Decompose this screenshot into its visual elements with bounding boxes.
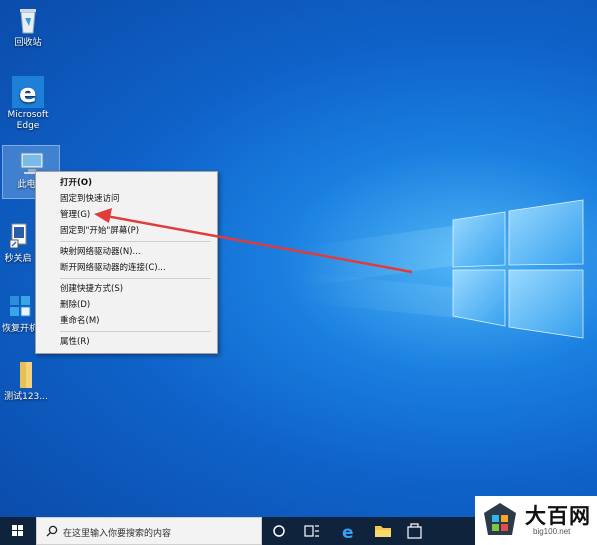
store-button[interactable]: [400, 517, 430, 545]
desktop-icon-edge[interactable]: e Microsoft Edge: [0, 76, 56, 132]
shortcut-icon: [2, 220, 34, 252]
menu-item-create-shortcut[interactable]: 创建快捷方式(S): [36, 281, 217, 297]
desktop-icon-label: 测试123...: [4, 392, 48, 402]
cortana-icon: [273, 525, 285, 537]
recycle-bin-icon: [12, 4, 44, 36]
desktop-icon-label: 秒关启: [4, 254, 32, 264]
watermark: 大百网 big100.net: [475, 496, 597, 545]
search-icon: [46, 525, 58, 537]
menu-separator: [60, 241, 211, 242]
folder-icon: [10, 358, 42, 390]
desktop-icon-label: Microsoft Edge: [7, 110, 49, 131]
task-view-icon: [304, 525, 319, 537]
desktop-icon-folder[interactable]: 测试123...: [0, 358, 54, 403]
cortana-button[interactable]: [264, 517, 294, 545]
edge-icon: e: [342, 523, 354, 543]
menu-item-properties[interactable]: 属性(R): [36, 334, 217, 350]
restore-icon: [4, 290, 36, 322]
context-menu: 打开(O) 固定到快速访问 管理(G) 固定到"开始"屏幕(P) 映射网络驱动器…: [35, 171, 218, 354]
desktop: 回收站 e Microsoft Edge 此电脑 秒关启 恢复开机 测试123.…: [0, 0, 597, 545]
svg-text:e: e: [342, 523, 354, 543]
watermark-title: 大百网: [525, 504, 591, 528]
windows-wallpaper-logo: [452, 199, 584, 339]
svg-text:e: e: [19, 79, 37, 108]
menu-item-pin-quick-access[interactable]: 固定到快速访问: [36, 191, 217, 207]
start-button[interactable]: [0, 517, 36, 545]
menu-item-disconnect-drive[interactable]: 断开网络驱动器的连接(C)...: [36, 260, 217, 276]
task-view-button[interactable]: [296, 517, 326, 545]
menu-item-map-drive[interactable]: 映射网络驱动器(N)...: [36, 244, 217, 260]
menu-item-pin-start[interactable]: 固定到"开始"屏幕(P): [36, 223, 217, 239]
menu-item-delete[interactable]: 删除(D): [36, 297, 217, 313]
menu-item-open[interactable]: 打开(O): [36, 175, 217, 191]
store-icon: [407, 523, 422, 539]
desktop-icon-label: 回收站: [14, 38, 42, 48]
desktop-icon-label: 恢复开机: [1, 324, 38, 334]
windows-start-icon: [12, 525, 23, 536]
watermark-logo-icon: [484, 503, 516, 535]
edge-taskbar-button[interactable]: e: [334, 517, 364, 545]
taskbar-search-box[interactable]: 在这里输入你要搜索的内容: [36, 517, 262, 545]
menu-separator: [60, 278, 211, 279]
desktop-icon-recycle-bin[interactable]: 回收站: [0, 4, 56, 49]
menu-item-manage[interactable]: 管理(G): [36, 207, 217, 223]
search-placeholder: 在这里输入你要搜索的内容: [63, 529, 172, 539]
file-explorer-button[interactable]: [368, 517, 398, 545]
file-explorer-icon: [375, 526, 391, 537]
watermark-url: big100.net: [533, 527, 571, 536]
edge-icon: e: [12, 76, 44, 109]
menu-item-rename[interactable]: 重命名(M): [36, 313, 217, 329]
menu-separator: [60, 331, 211, 332]
